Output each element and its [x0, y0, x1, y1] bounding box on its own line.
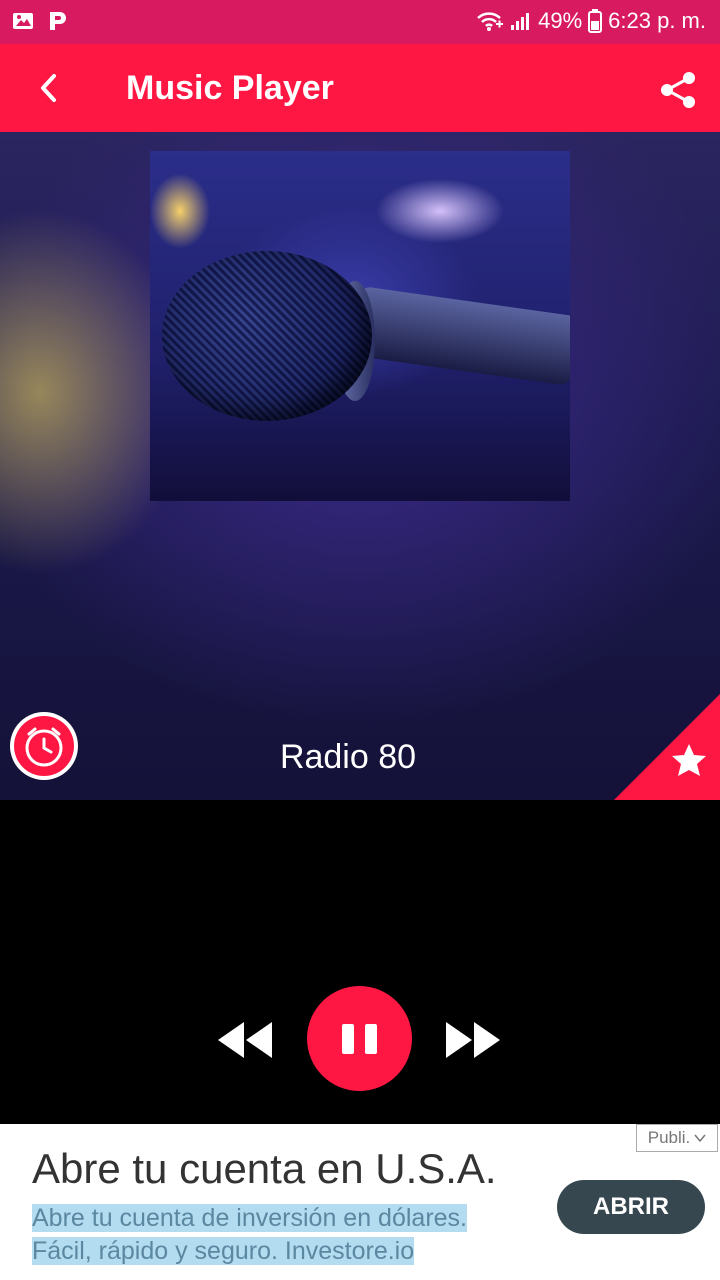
pause-button[interactable] — [307, 986, 412, 1091]
clock: 6:23 p. m. — [608, 8, 706, 33]
station-name: Radio 80 — [279, 738, 417, 776]
ad-body-line: Abre tu cuenta de inversión en dólares. — [32, 1204, 467, 1232]
rewind-icon[interactable] — [216, 1020, 274, 1060]
battery-percent: 49% — [538, 8, 583, 33]
ad-body-line: Fácil, rápido y seguro. Investore.io — [32, 1237, 415, 1265]
app-notification-icon — [50, 12, 66, 30]
page-title: Music Player — [126, 69, 334, 107]
fast-forward-icon[interactable] — [444, 1020, 502, 1060]
microphone-handle — [351, 286, 570, 386]
ad-cta-button[interactable]: ABRIR — [557, 1180, 705, 1234]
ad-headline[interactable]: Abre tu cuenta en U.S.A. — [32, 1144, 497, 1194]
ad-badge[interactable]: Publi. — [636, 1124, 718, 1152]
microphone-head — [162, 251, 372, 421]
back-button[interactable] — [28, 68, 68, 108]
chevron-down-icon — [694, 1134, 706, 1143]
battery-icon — [588, 9, 603, 33]
app-bar: Music Player — [0, 44, 720, 132]
favorite-button[interactable] — [614, 694, 720, 800]
ad-banner[interactable]: Publi. Abre tu cuenta en U.S.A. Abre tu … — [0, 1124, 720, 1280]
share-icon[interactable] — [658, 70, 698, 110]
ad-body[interactable]: Abre tu cuenta de inversión en dólares. … — [32, 1202, 522, 1268]
station-artwork — [150, 151, 570, 501]
wifi-icon — [477, 12, 504, 31]
ad-badge-label: Publi. — [647, 1128, 691, 1147]
signal-icon — [511, 13, 530, 30]
now-playing-panel: Radio 80 — [0, 132, 720, 800]
chevron-left-icon — [41, 74, 56, 102]
playback-controls — [0, 984, 720, 1094]
gallery-notification-icon — [13, 13, 33, 29]
status-bar: 49% 6:23 p. m. — [0, 0, 720, 44]
